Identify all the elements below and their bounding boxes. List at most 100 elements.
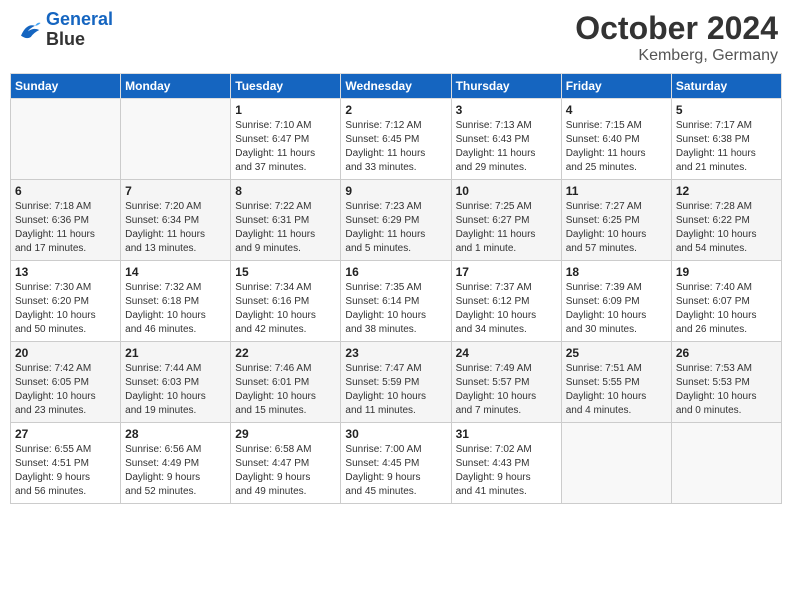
day-cell: 2 Sunrise: 7:12 AM Sunset: 6:45 PM Daylig…	[341, 99, 451, 180]
day-cell: 8 Sunrise: 7:22 AM Sunset: 6:31 PM Daylig…	[231, 180, 341, 261]
day-cell: 16Sunrise: 7:35 AM Sunset: 6:14 PM Dayli…	[341, 261, 451, 342]
day-number: 9	[345, 184, 446, 198]
col-header-saturday: Saturday	[671, 74, 781, 99]
title-block: October 2024 Kemberg, Germany	[575, 10, 778, 65]
day-cell: 22 Sunrise: 7:46 AM Sunset: 6:01 PM Dayli…	[231, 342, 341, 423]
day-detail: Sunrise: 7:17 AM Sunset: 6:38 PM Dayligh…	[676, 119, 777, 175]
day-detail: Sunrise: 6:56 AM Sunset: 4:49 PM Dayligh…	[125, 443, 226, 499]
day-cell: 5 Sunrise: 7:17 AM Sunset: 6:38 PM Daylig…	[671, 99, 781, 180]
day-cell: 28Sunrise: 6:56 AM Sunset: 4:49 PM Dayli…	[121, 423, 231, 504]
day-cell	[561, 423, 671, 504]
week-row-5: 27 Sunrise: 6:55 AM Sunset: 4:51 PM Dayli…	[11, 423, 782, 504]
day-cell	[121, 99, 231, 180]
week-row-3: 13Sunrise: 7:30 AM Sunset: 6:20 PM Dayli…	[11, 261, 782, 342]
day-detail: Sunrise: 6:55 AM Sunset: 4:51 PM Dayligh…	[15, 443, 116, 499]
day-number: 20	[15, 346, 116, 360]
day-cell: 14Sunrise: 7:32 AM Sunset: 6:18 PM Dayli…	[121, 261, 231, 342]
day-number: 2	[345, 103, 446, 117]
day-detail: Sunrise: 7:46 AM Sunset: 6:01 PM Dayligh…	[235, 362, 336, 418]
day-cell: 19 Sunrise: 7:40 AM Sunset: 6:07 PM Dayli…	[671, 261, 781, 342]
day-number: 15	[235, 265, 336, 279]
day-number: 30	[345, 427, 446, 441]
logo: General Blue	[14, 10, 113, 50]
day-detail: Sunrise: 7:53 AM Sunset: 5:53 PM Dayligh…	[676, 362, 777, 418]
day-detail: Sunrise: 7:22 AM Sunset: 6:31 PM Dayligh…	[235, 200, 336, 256]
day-cell: 20 Sunrise: 7:42 AM Sunset: 6:05 PM Dayli…	[11, 342, 121, 423]
day-detail: Sunrise: 7:42 AM Sunset: 6:05 PM Dayligh…	[15, 362, 116, 418]
day-detail: Sunrise: 7:15 AM Sunset: 6:40 PM Dayligh…	[566, 119, 667, 175]
day-detail: Sunrise: 7:23 AM Sunset: 6:29 PM Dayligh…	[345, 200, 446, 256]
day-number: 5	[676, 103, 777, 117]
day-detail: Sunrise: 7:49 AM Sunset: 5:57 PM Dayligh…	[456, 362, 557, 418]
day-cell: 31 Sunrise: 7:02 AM Sunset: 4:43 PM Dayli…	[451, 423, 561, 504]
month-title: October 2024	[575, 10, 778, 47]
col-header-wednesday: Wednesday	[341, 74, 451, 99]
day-detail: Sunrise: 7:10 AM Sunset: 6:47 PM Dayligh…	[235, 119, 336, 175]
week-row-1: 1 Sunrise: 7:10 AM Sunset: 6:47 PM Daylig…	[11, 99, 782, 180]
day-detail: Sunrise: 7:47 AM Sunset: 5:59 PM Dayligh…	[345, 362, 446, 418]
day-cell: 11 Sunrise: 7:27 AM Sunset: 6:25 PM Dayli…	[561, 180, 671, 261]
day-cell: 17 Sunrise: 7:37 AM Sunset: 6:12 PM Dayli…	[451, 261, 561, 342]
week-row-4: 20 Sunrise: 7:42 AM Sunset: 6:05 PM Dayli…	[11, 342, 782, 423]
day-number: 22	[235, 346, 336, 360]
day-detail: Sunrise: 6:58 AM Sunset: 4:47 PM Dayligh…	[235, 443, 336, 499]
day-detail: Sunrise: 7:27 AM Sunset: 6:25 PM Dayligh…	[566, 200, 667, 256]
page-header: General Blue October 2024 Kemberg, Germa…	[10, 10, 782, 65]
day-number: 14	[125, 265, 226, 279]
day-number: 10	[456, 184, 557, 198]
day-cell: 3Sunrise: 7:13 AM Sunset: 6:43 PM Daylig…	[451, 99, 561, 180]
day-number: 1	[235, 103, 336, 117]
day-cell: 15 Sunrise: 7:34 AM Sunset: 6:16 PM Dayli…	[231, 261, 341, 342]
day-detail: Sunrise: 7:18 AM Sunset: 6:36 PM Dayligh…	[15, 200, 116, 256]
col-header-tuesday: Tuesday	[231, 74, 341, 99]
logo-bird-icon	[14, 16, 42, 44]
day-cell: 12 Sunrise: 7:28 AM Sunset: 6:22 PM Dayli…	[671, 180, 781, 261]
day-cell	[11, 99, 121, 180]
day-cell: 25Sunrise: 7:51 AM Sunset: 5:55 PM Dayli…	[561, 342, 671, 423]
day-number: 3	[456, 103, 557, 117]
day-detail: Sunrise: 7:28 AM Sunset: 6:22 PM Dayligh…	[676, 200, 777, 256]
day-cell: 24 Sunrise: 7:49 AM Sunset: 5:57 PM Dayli…	[451, 342, 561, 423]
day-cell: 9 Sunrise: 7:23 AM Sunset: 6:29 PM Daylig…	[341, 180, 451, 261]
calendar-table: SundayMondayTuesdayWednesdayThursdayFrid…	[10, 73, 782, 504]
day-cell: 4 Sunrise: 7:15 AM Sunset: 6:40 PM Daylig…	[561, 99, 671, 180]
day-cell: 30 Sunrise: 7:00 AM Sunset: 4:45 PM Dayli…	[341, 423, 451, 504]
col-header-sunday: Sunday	[11, 74, 121, 99]
day-detail: Sunrise: 7:12 AM Sunset: 6:45 PM Dayligh…	[345, 119, 446, 175]
day-number: 24	[456, 346, 557, 360]
day-cell	[671, 423, 781, 504]
day-number: 6	[15, 184, 116, 198]
day-number: 19	[676, 265, 777, 279]
day-number: 26	[676, 346, 777, 360]
day-detail: Sunrise: 7:37 AM Sunset: 6:12 PM Dayligh…	[456, 281, 557, 337]
day-cell: 23Sunrise: 7:47 AM Sunset: 5:59 PM Dayli…	[341, 342, 451, 423]
day-detail: Sunrise: 7:20 AM Sunset: 6:34 PM Dayligh…	[125, 200, 226, 256]
location: Kemberg, Germany	[575, 47, 778, 65]
day-detail: Sunrise: 7:40 AM Sunset: 6:07 PM Dayligh…	[676, 281, 777, 337]
day-number: 21	[125, 346, 226, 360]
day-number: 4	[566, 103, 667, 117]
day-detail: Sunrise: 7:25 AM Sunset: 6:27 PM Dayligh…	[456, 200, 557, 256]
day-detail: Sunrise: 7:02 AM Sunset: 4:43 PM Dayligh…	[456, 443, 557, 499]
logo-text: General Blue	[46, 10, 113, 50]
day-number: 11	[566, 184, 667, 198]
day-number: 12	[676, 184, 777, 198]
day-detail: Sunrise: 7:34 AM Sunset: 6:16 PM Dayligh…	[235, 281, 336, 337]
day-cell: 27 Sunrise: 6:55 AM Sunset: 4:51 PM Dayli…	[11, 423, 121, 504]
day-detail: Sunrise: 7:00 AM Sunset: 4:45 PM Dayligh…	[345, 443, 446, 499]
day-detail: Sunrise: 7:44 AM Sunset: 6:03 PM Dayligh…	[125, 362, 226, 418]
day-number: 31	[456, 427, 557, 441]
day-cell: 21 Sunrise: 7:44 AM Sunset: 6:03 PM Dayli…	[121, 342, 231, 423]
day-number: 17	[456, 265, 557, 279]
day-cell: 7Sunrise: 7:20 AM Sunset: 6:34 PM Daylig…	[121, 180, 231, 261]
day-detail: Sunrise: 7:39 AM Sunset: 6:09 PM Dayligh…	[566, 281, 667, 337]
day-number: 29	[235, 427, 336, 441]
day-detail: Sunrise: 7:30 AM Sunset: 6:20 PM Dayligh…	[15, 281, 116, 337]
day-number: 8	[235, 184, 336, 198]
col-header-friday: Friday	[561, 74, 671, 99]
col-header-monday: Monday	[121, 74, 231, 99]
day-number: 27	[15, 427, 116, 441]
day-cell: 10 Sunrise: 7:25 AM Sunset: 6:27 PM Dayli…	[451, 180, 561, 261]
day-cell: 29 Sunrise: 6:58 AM Sunset: 4:47 PM Dayli…	[231, 423, 341, 504]
day-detail: Sunrise: 7:35 AM Sunset: 6:14 PM Dayligh…	[345, 281, 446, 337]
